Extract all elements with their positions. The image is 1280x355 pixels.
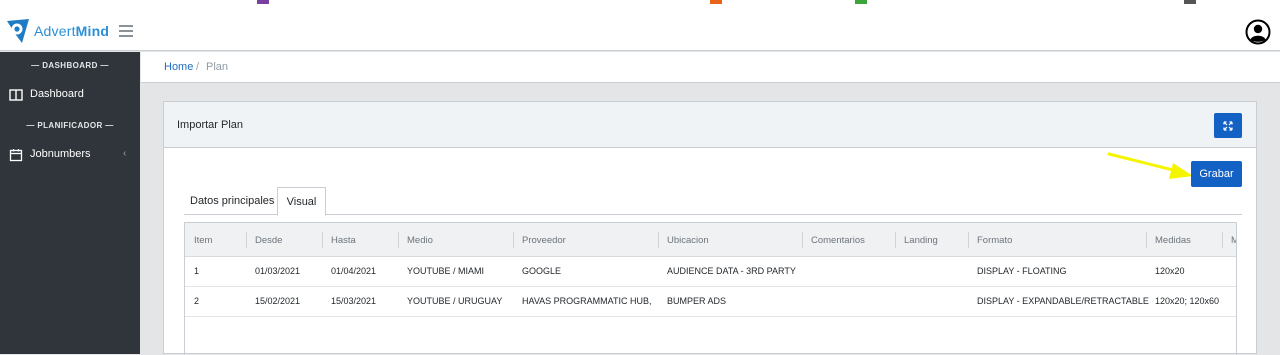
chevron-left-icon[interactable]: ‹ bbox=[123, 148, 126, 159]
expand-icon bbox=[1223, 120, 1233, 131]
column-header[interactable]: Landing bbox=[904, 235, 938, 246]
import-plan-card: Importar Plan Grabar Datos principales V… bbox=[163, 101, 1257, 355]
expand-button[interactable] bbox=[1214, 113, 1242, 138]
sidebar-toggle-icon[interactable] bbox=[119, 25, 133, 37]
column-header[interactable]: Item bbox=[194, 235, 212, 246]
column-header[interactable]: Comentarios bbox=[811, 235, 865, 246]
table-cell: DISPLAY - EXPANDABLE/RETRACTABLE bbox=[977, 296, 1149, 306]
column-header[interactable]: M bbox=[1231, 235, 1236, 246]
sidebar-item-label: Dashboard bbox=[30, 88, 84, 100]
table-cell: 01/04/2021 bbox=[331, 266, 377, 276]
table-cell: YOUTUBE / MIAMI bbox=[407, 266, 485, 276]
brand-name: AdvertMind bbox=[34, 23, 110, 39]
table-cell: GOOGLE bbox=[522, 266, 562, 276]
tab-bar: Datos principales Visual bbox=[184, 187, 1242, 216]
card-title: Importar Plan bbox=[177, 119, 244, 131]
table-row[interactable]: 2 15/02/2021 15/03/2021 YOUTUBE / URUGUA… bbox=[185, 287, 1236, 317]
column-header[interactable]: Ubicacion bbox=[667, 235, 709, 246]
plan-table: Item Desde Hasta Medio Proveedor Ubicaci… bbox=[184, 222, 1237, 355]
annotation-arrow bbox=[1107, 152, 1193, 179]
table-cell: 15/02/2021 bbox=[255, 296, 301, 306]
sidebar-item-dashboard[interactable]: Dashboard bbox=[0, 83, 140, 107]
top-navbar: AdvertMind bbox=[0, 12, 1280, 51]
column-header[interactable]: Hasta bbox=[331, 235, 356, 246]
table-cell: BUMPER ADS bbox=[667, 296, 727, 306]
breadcrumb: Home / Plan bbox=[141, 52, 1280, 83]
browser-bookmarks-strip bbox=[0, 0, 1280, 12]
table-cell: 120x20 bbox=[1155, 266, 1185, 276]
breadcrumb-current: Plan bbox=[206, 61, 229, 73]
column-header[interactable]: Medio bbox=[407, 235, 433, 246]
sidebar-section-planificador: — PLANIFICADOR — bbox=[26, 121, 114, 130]
column-header[interactable]: Medidas bbox=[1155, 235, 1191, 246]
brand-logo-icon bbox=[7, 19, 29, 43]
column-header[interactable]: Desde bbox=[255, 235, 282, 246]
column-header[interactable]: Formato bbox=[977, 235, 1012, 246]
breadcrumb-separator: / bbox=[196, 61, 200, 73]
card-header: Importar Plan bbox=[164, 102, 1256, 148]
table-cell: 2 bbox=[194, 296, 200, 306]
table-header: Item Desde Hasta Medio Proveedor Ubicaci… bbox=[185, 223, 1236, 257]
table-cell: HAVAS PROGRAMMATIC HUB, bbox=[522, 296, 652, 306]
sidebar-item-jobnumbers[interactable]: Jobnumbers ‹ bbox=[0, 143, 140, 167]
sidebar-section-dashboard: — DASHBOARD — bbox=[31, 61, 109, 70]
table-row[interactable]: 1 01/03/2021 01/04/2021 YOUTUBE / MIAMI … bbox=[185, 257, 1236, 287]
table-cell: 1 bbox=[194, 266, 200, 276]
table-cell: 01/03/2021 bbox=[255, 266, 301, 276]
table-cell: AUDIENCE DATA - 3RD PARTY bbox=[667, 266, 796, 276]
sidebar-item-label: Jobnumbers bbox=[30, 148, 91, 160]
column-header[interactable]: Proveedor bbox=[522, 235, 566, 246]
table-cell: 120x20; 120x60 bbox=[1155, 296, 1220, 306]
columns-icon bbox=[9, 89, 23, 101]
tab-datos-principales[interactable]: Datos principales bbox=[184, 187, 280, 215]
table-cell: YOUTUBE / URUGUAY bbox=[407, 296, 503, 306]
sidebar: — DASHBOARD — Dashboard — PLANIFICADOR —… bbox=[0, 52, 140, 354]
breadcrumb-home-link[interactable]: Home bbox=[164, 61, 193, 73]
table-cell: 15/03/2021 bbox=[331, 296, 377, 306]
save-button[interactable]: Grabar bbox=[1191, 161, 1242, 187]
tab-visual[interactable]: Visual bbox=[277, 187, 326, 216]
user-avatar-icon[interactable] bbox=[1245, 19, 1271, 45]
calendar-icon bbox=[9, 149, 23, 162]
table-cell: DISPLAY - FLOATING bbox=[977, 266, 1067, 276]
